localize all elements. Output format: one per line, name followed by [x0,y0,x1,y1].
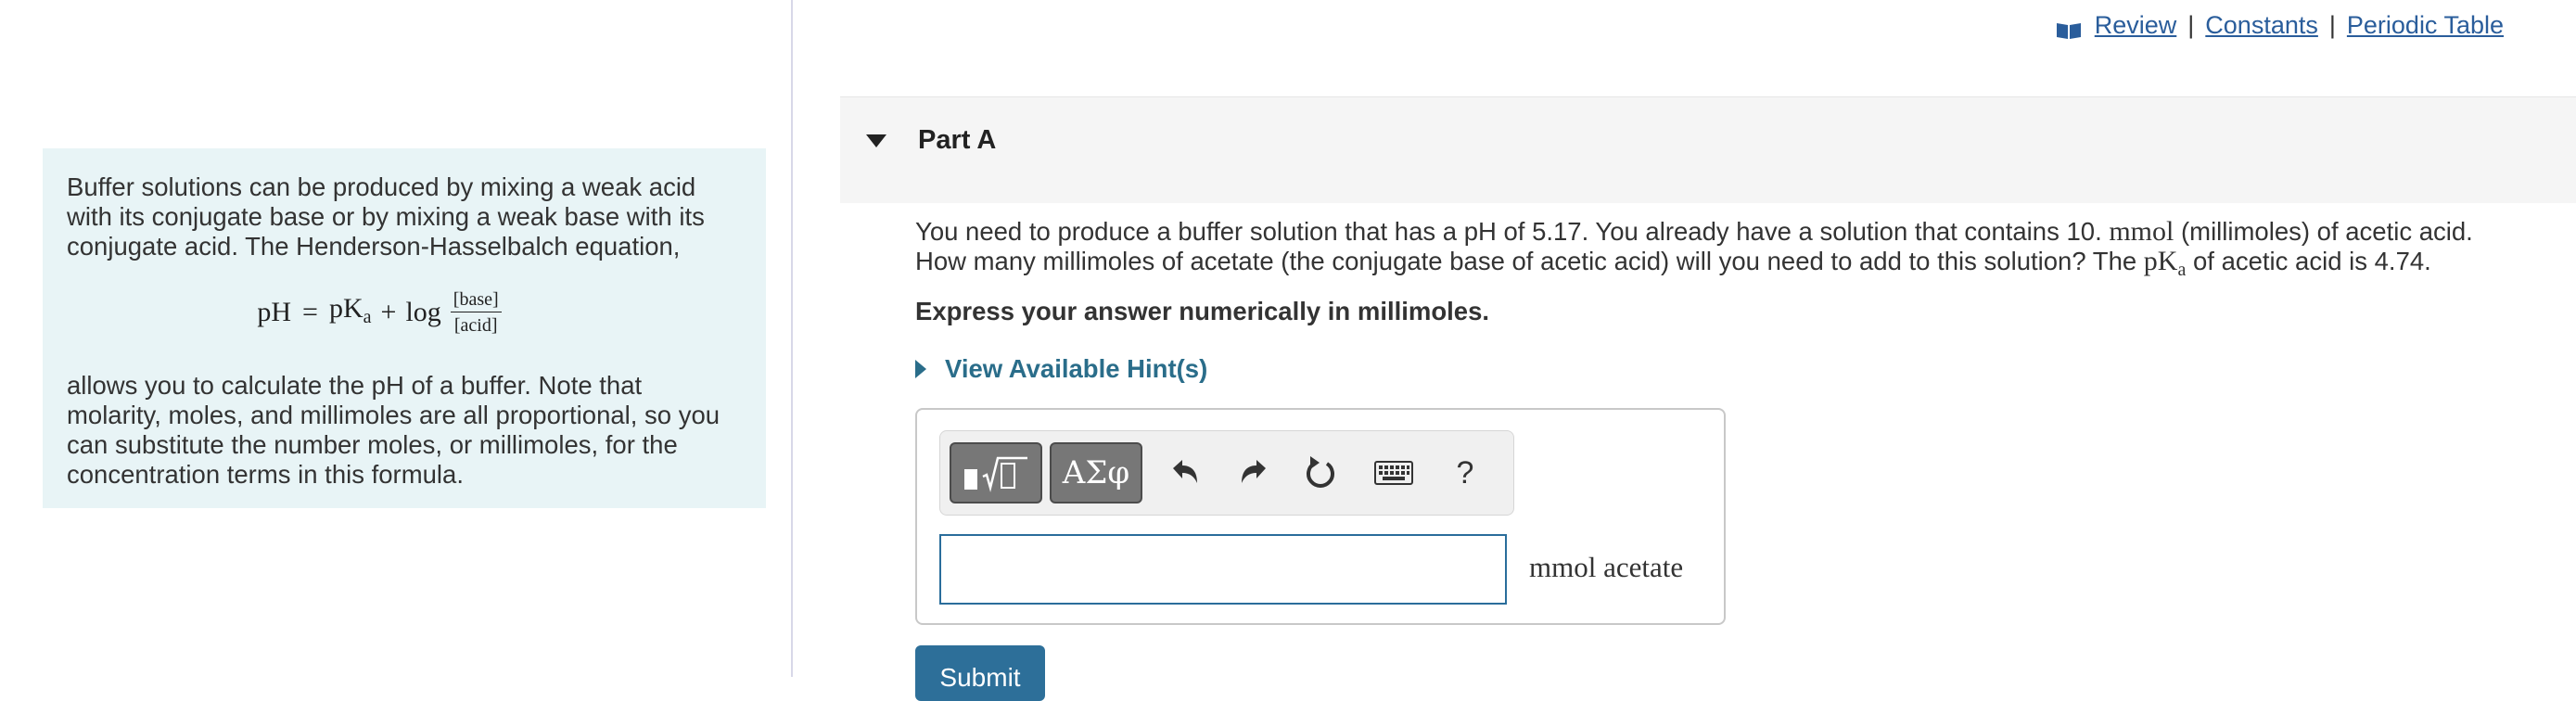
question-text: You need to produce a buffer solution th… [915,217,2529,285]
henderson-hasselbalch-formula: pH = pKa + log [base] [acid] [67,280,742,345]
question-pka-base: pK [2143,246,2178,276]
intro-paragraph-1: Buffer solutions can be produced by mixi… [67,172,705,261]
formula-numerator: [base] [450,288,502,312]
formula-equals: = [302,297,318,327]
formula-lhs: pH [257,297,292,327]
view-hints-toggle[interactable]: View Available Hint(s) [915,354,1207,384]
templates-icon [964,456,1027,492]
part-a-header[interactable]: Part A [840,96,2576,203]
answer-input[interactable] [939,534,1507,605]
symbols-button[interactable]: ΑΣφ [1050,442,1142,503]
part-title: Part A [918,125,997,155]
redo-icon [1242,460,1266,483]
math-toolbar: ΑΣφ ? [939,430,1514,516]
formula-pka-base: pK [328,292,363,324]
book-icon [2056,16,2082,39]
view-hints-label[interactable]: View Available Hint(s) [945,354,1207,384]
answer-box: ΑΣφ ? mmol acetate [915,408,1726,625]
intro-paragraph-2: allows you to calculate the pH of a buff… [67,371,721,489]
formula-log: log [405,297,441,327]
question-pka: pKa [2143,246,2187,281]
expand-caret-icon[interactable] [915,360,926,378]
panel-divider [791,0,793,677]
answer-units: mmol acetate [1529,551,1684,583]
formula-pka: pKa [328,292,372,332]
keyboard-button[interactable] [1361,442,1426,503]
question-text-start: You need to produce a buffer solution th… [915,217,2110,246]
submit-button[interactable]: Submit [915,645,1045,701]
redo-button[interactable] [1226,442,1282,503]
templates-button[interactable] [950,442,1042,503]
formula-denominator: [acid] [453,315,498,336]
link-separator: | [2328,11,2336,39]
help-button[interactable]: ? [1437,442,1493,503]
resource-links: Review | Constants | Periodic Table [2056,9,2504,41]
answer-instruction: Express your answer numerically in milli… [915,297,1490,325]
review-link[interactable]: Review [2095,9,2177,41]
question-text-end: of acetic acid is 4.74. [2186,247,2431,275]
intro-panel: Buffer solutions can be produced by mixi… [43,148,766,508]
reset-icon [1307,456,1334,488]
undo-button[interactable] [1157,442,1213,503]
link-separator: | [2187,11,2195,39]
question-unit: mmol [2109,216,2174,247]
constants-link[interactable]: Constants [2205,9,2318,41]
formula-plus: + [380,297,397,327]
undo-icon [1173,460,1197,483]
periodic-table-link[interactable]: Periodic Table [2347,9,2504,41]
collapse-caret-icon[interactable] [866,134,886,147]
formula-fraction: [base] [acid] [450,288,502,337]
keyboard-icon [1374,461,1413,485]
reset-button[interactable] [1293,442,1348,503]
formula-pka-subscript: a [363,306,372,327]
